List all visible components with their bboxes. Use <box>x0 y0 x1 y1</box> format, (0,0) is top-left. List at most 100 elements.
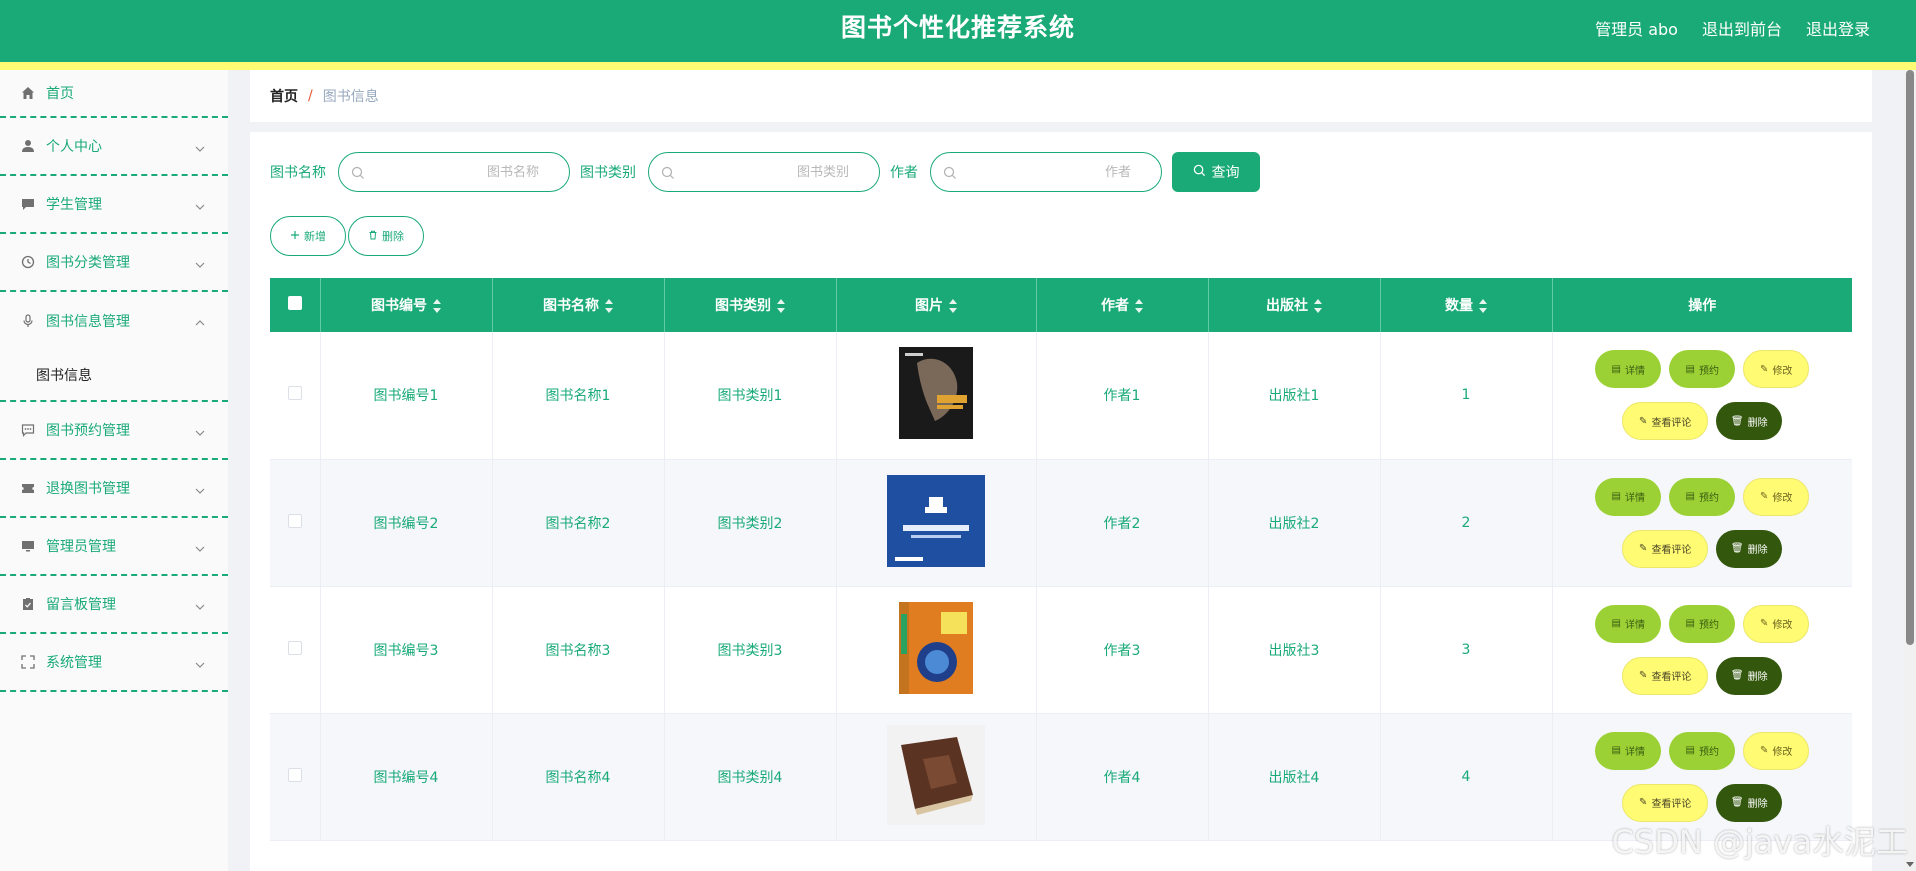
detail-button[interactable]: ▤ 详情 <box>1595 604 1662 643</box>
reserve-label: 预约 <box>1698 493 1719 504</box>
logout-link[interactable]: 退出登录 <box>1806 16 1870 40</box>
clipboard-icon <box>20 596 36 612</box>
header-select-all <box>270 278 321 332</box>
row-checkbox[interactable] <box>287 640 302 655</box>
book-category-input-wrap <box>648 152 880 192</box>
scrollbar-thumb[interactable] <box>1906 70 1914 645</box>
cell-quantity: 3 <box>1380 586 1553 714</box>
column-header-author[interactable]: 作者 <box>1036 278 1209 332</box>
trash-icon: 🗑 <box>1730 797 1744 808</box>
front-end-link[interactable]: 退出到前台 <box>1702 16 1782 40</box>
header-accent-bar <box>0 62 1916 70</box>
sidebar-item-reservations[interactable]: 图书预约管理 <box>0 402 228 460</box>
pencil-icon: ✎ <box>1639 670 1648 681</box>
edit-button[interactable]: ✎ 修改 <box>1743 731 1810 770</box>
message-icon <box>20 422 36 438</box>
cell-id: 图书编号3 <box>320 586 493 714</box>
cell-actions: ▤ 详情 ▤ 预约 ✎ 修改 ✎ 查看评论 🗑 删除 <box>1552 332 1852 460</box>
add-button[interactable]: 新增 <box>270 216 346 256</box>
sort-icon[interactable] <box>949 299 957 313</box>
cell-image <box>836 459 1037 587</box>
breadcrumb-home[interactable]: 首页 <box>270 86 298 106</box>
row-checkbox[interactable] <box>287 386 302 401</box>
reserve-button[interactable]: ▤ 预约 <box>1669 350 1736 389</box>
column-header-label: 出版社 <box>1266 298 1308 314</box>
reserve-button[interactable]: ▤ 预约 <box>1669 731 1736 770</box>
view-comments-button[interactable]: ✎ 查看评论 <box>1622 656 1709 695</box>
select-all-checkbox[interactable] <box>287 296 302 310</box>
reserve-button[interactable]: ▤ 预约 <box>1669 604 1736 643</box>
detail-button[interactable]: ▤ 详情 <box>1595 350 1662 389</box>
sidebar-item-admins[interactable]: 管理员管理 <box>0 518 228 576</box>
sidebar-item-returns[interactable]: 退换图书管理 <box>0 460 228 518</box>
view-comments-button[interactable]: ✎ 查看评论 <box>1622 529 1709 568</box>
sidebar-subitem-book-info[interactable]: 图书信息 <box>0 350 228 402</box>
action-toolbar: 新增 删除 <box>270 216 424 256</box>
sidebar-item-system[interactable]: 系统管理 <box>0 634 228 692</box>
sidebar-item-students[interactable]: 学生管理 <box>0 176 228 234</box>
sort-icon[interactable] <box>433 299 441 313</box>
edit-button[interactable]: ✎ 修改 <box>1743 604 1810 643</box>
row-checkbox[interactable] <box>287 767 302 782</box>
delete-row-button[interactable]: 🗑 删除 <box>1716 656 1783 695</box>
column-header-quantity[interactable]: 数量 <box>1380 278 1553 332</box>
book-cover-orange[interactable] <box>887 598 985 698</box>
sidebar-item-profile[interactable]: 个人中心 <box>0 118 228 176</box>
column-header-id[interactable]: 图书编号 <box>320 278 493 332</box>
book-cover-blue[interactable] <box>887 471 985 571</box>
detail-button[interactable]: ▤ 详情 <box>1595 731 1662 770</box>
sort-icon[interactable] <box>1314 299 1322 313</box>
table-header-row: 图书编号 图书名称 图书类别 图片 作者 出版社 数量 操作 <box>270 278 1852 332</box>
column-header-image[interactable]: 图片 <box>836 278 1037 332</box>
view-comments-button[interactable]: ✎ 查看评论 <box>1622 402 1709 441</box>
sort-icon[interactable] <box>605 299 613 313</box>
sidebar-item-messages[interactable]: 留言板管理 <box>0 576 228 634</box>
cell-image <box>836 586 1037 714</box>
sort-icon[interactable] <box>777 299 785 313</box>
edit-button[interactable]: ✎ 修改 <box>1743 477 1810 516</box>
book-name-input[interactable] <box>389 164 539 180</box>
book-category-input[interactable] <box>699 164 849 180</box>
comments-label: 查看评论 <box>1651 545 1692 556</box>
view-comments-button[interactable]: ✎ 查看评论 <box>1622 783 1709 822</box>
bulk-delete-button[interactable]: 删除 <box>348 216 424 256</box>
column-header-label: 操作 <box>1688 298 1717 314</box>
delete-row-button[interactable]: 🗑 删除 <box>1716 402 1783 441</box>
column-header-category[interactable]: 图书类别 <box>664 278 837 332</box>
column-header-publisher[interactable]: 出版社 <box>1208 278 1381 332</box>
author-input[interactable] <box>981 164 1131 180</box>
sidebar-item-categories[interactable]: 图书分类管理 <box>0 234 228 292</box>
comments-label: 查看评论 <box>1651 672 1692 683</box>
delete-row-button[interactable]: 🗑 删除 <box>1716 783 1783 822</box>
cell-category: 图书类别4 <box>664 713 837 841</box>
header-links: 管理员 abo 退出到前台 退出登录 <box>1595 0 1870 56</box>
row-checkbox[interactable] <box>287 513 302 528</box>
edit-button[interactable]: ✎ 修改 <box>1743 350 1810 389</box>
detail-button[interactable]: ▤ 详情 <box>1595 477 1662 516</box>
cell-quantity: 4 <box>1380 713 1553 841</box>
watermark: CSDN @java水泥工 <box>1611 823 1908 861</box>
book-cover-dark[interactable] <box>887 343 985 443</box>
chevron-down-icon <box>194 140 206 152</box>
vertical-scrollbar[interactable] <box>1904 70 1916 871</box>
query-button[interactable]: 查询 <box>1172 152 1260 192</box>
book-cover-leather[interactable] <box>887 724 985 825</box>
edit-label: 修改 <box>1772 747 1793 758</box>
sidebar-item-home[interactable]: 首页 <box>0 70 228 118</box>
sort-icon[interactable] <box>1479 299 1487 313</box>
query-button-label: 查询 <box>1211 165 1240 181</box>
sidebar-item-label: 个人中心 <box>46 139 102 155</box>
edit-label: 修改 <box>1772 493 1793 504</box>
column-header-name[interactable]: 图书名称 <box>492 278 665 332</box>
delete-row-button[interactable]: 🗑 删除 <box>1716 529 1783 568</box>
cell-name: 图书名称2 <box>492 459 665 587</box>
ticket-icon <box>20 480 36 496</box>
cell-category: 图书类别1 <box>664 332 837 460</box>
main-content: 图书名称 图书类别 作者 查询 新增 删除 <box>250 132 1872 871</box>
sort-icon[interactable] <box>1135 299 1143 313</box>
sidebar-item-book-info[interactable]: 图书信息管理 <box>0 292 228 350</box>
reserve-button[interactable]: ▤ 预约 <box>1669 477 1736 516</box>
search-icon <box>351 165 365 179</box>
pencil-icon: ✎ <box>1760 491 1769 502</box>
trash-icon: 🗑 <box>1730 415 1744 427</box>
